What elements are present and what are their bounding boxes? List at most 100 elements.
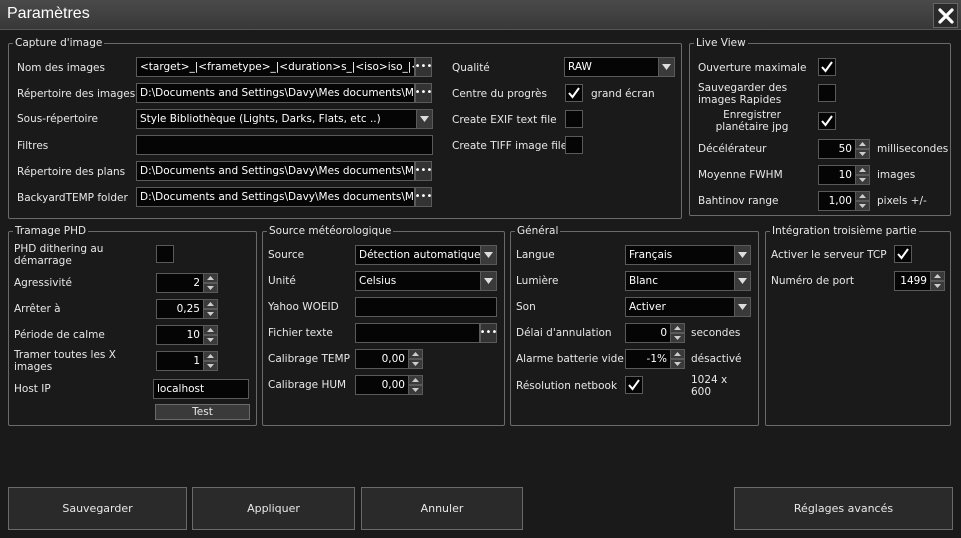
filtres-label: Filtres (17, 140, 49, 152)
chevron-down-icon (416, 110, 432, 128)
calibrage-hum-value[interactable]: 0,00 (355, 375, 409, 395)
integration-legend: Intégration troisième partie (770, 225, 919, 237)
close-button[interactable] (933, 3, 958, 28)
spin-up-icon[interactable] (930, 271, 945, 281)
fichier-texte-browse-button[interactable]: ••• (480, 323, 497, 343)
spin-up-icon[interactable] (670, 323, 685, 333)
spin-down-icon[interactable] (203, 361, 218, 371)
source-select[interactable]: Détection automatique (355, 245, 497, 265)
spin-down-icon[interactable] (670, 359, 685, 369)
spin-down-icon[interactable] (930, 281, 945, 291)
tramer-spinner[interactable]: 1 (156, 351, 218, 371)
rep-images-input[interactable]: D:\Documents and Settings\Davy\Mes docum… (136, 83, 415, 103)
nom-images-input[interactable]: <target>_|<frametype>_|<duration>s_|<iso… (136, 57, 415, 77)
calibrage-temp-spinner[interactable]: 0,00 (355, 349, 423, 369)
agressivite-spinner[interactable]: 2 (156, 273, 218, 293)
spin-down-icon[interactable] (408, 359, 423, 369)
spin-up-icon[interactable] (855, 139, 870, 149)
checkmark-icon (568, 87, 580, 99)
lumiere-select[interactable]: Blanc (625, 271, 751, 291)
langue-select[interactable]: Français (625, 245, 751, 265)
ouverture-checkbox[interactable] (818, 58, 836, 76)
netbook-checkbox[interactable] (625, 376, 643, 394)
decelerateur-spinner[interactable]: 50 (818, 139, 870, 159)
spin-down-icon[interactable] (203, 309, 218, 319)
delai-spinner[interactable]: 0 (625, 323, 685, 343)
calibrage-hum-spinner[interactable]: 0,00 (355, 375, 423, 395)
alarme-spinner[interactable]: -1% (625, 349, 685, 369)
alarme-value[interactable]: -1% (625, 349, 671, 369)
fichier-texte-input[interactable] (355, 323, 480, 343)
bahtinov-value[interactable]: 1,00 (818, 191, 856, 211)
tiff-checkbox[interactable] (565, 136, 583, 154)
spin-up-icon[interactable] (203, 299, 218, 309)
unite-select[interactable]: Celsius (355, 271, 497, 291)
fwhm-spinner[interactable]: 10 (818, 165, 870, 185)
exif-checkbox[interactable] (565, 110, 583, 128)
nom-images-browse-button[interactable]: ••• (415, 57, 432, 77)
port-value[interactable]: 1499 (894, 271, 931, 291)
tiff-label: Create TIFF image file (452, 140, 568, 152)
agressivite-value[interactable]: 2 (156, 273, 204, 293)
title-bar: Paramètres (0, 0, 961, 30)
save-button[interactable]: Sauvegarder (8, 487, 187, 530)
spin-up-icon[interactable] (408, 375, 423, 385)
spin-up-icon[interactable] (670, 349, 685, 359)
qualite-select[interactable]: RAW (564, 57, 675, 77)
backyard-temp-input[interactable]: D:\Documents and Settings\Davy\Mes docum… (136, 187, 415, 207)
grand-ecran-label: grand écran (591, 88, 655, 100)
spin-up-icon[interactable] (203, 325, 218, 335)
ellipsis-icon: ••• (479, 327, 498, 338)
chevron-down-icon (734, 272, 750, 290)
arreter-value[interactable]: 0,25 (156, 299, 204, 319)
port-label: Numéro de port (771, 275, 855, 287)
phd-dither-checkbox[interactable] (156, 245, 174, 263)
sous-rep-select[interactable]: Style Bibliothèque (Lights, Darks, Flats… (136, 109, 433, 129)
port-spinner[interactable]: 1499 (894, 271, 945, 291)
centre-progres-label: Centre du progrès (452, 88, 547, 100)
rep-plans-browse-button[interactable]: ••• (415, 161, 432, 181)
spin-down-icon[interactable] (408, 385, 423, 395)
son-select[interactable]: Activer (625, 297, 751, 317)
spin-down-icon[interactable] (670, 333, 685, 343)
fwhm-label: Moyenne FWHM (698, 169, 783, 181)
calibrage-temp-value[interactable]: 0,00 (355, 349, 409, 369)
fwhm-value[interactable]: 10 (818, 165, 856, 185)
spin-up-icon[interactable] (203, 273, 218, 283)
bahtinov-spinner[interactable]: 1,00 (818, 191, 870, 211)
spin-up-icon[interactable] (855, 191, 870, 201)
spin-up-icon[interactable] (855, 165, 870, 175)
unite-label: Unité (268, 275, 296, 287)
apply-button[interactable]: Appliquer (192, 487, 355, 530)
rep-plans-input[interactable]: D:\Documents and Settings\Davy\Mes docum… (136, 161, 415, 181)
backyard-temp-browse-button[interactable]: ••• (415, 187, 432, 207)
sauver-rapides-checkbox[interactable] (818, 84, 836, 102)
decelerateur-value[interactable]: 50 (818, 139, 856, 159)
test-button[interactable]: Test (155, 404, 250, 420)
planetaire-checkbox[interactable] (818, 112, 836, 130)
tramer-value[interactable]: 1 (156, 351, 204, 371)
tcp-checkbox[interactable] (894, 245, 912, 263)
calme-value[interactable]: 10 (156, 325, 204, 345)
spin-down-icon[interactable] (855, 175, 870, 185)
advanced-settings-button[interactable]: Réglages avancés (734, 487, 953, 530)
qualite-label: Qualité (452, 62, 490, 74)
filtres-input[interactable] (136, 135, 433, 155)
centre-progres-checkbox[interactable] (565, 84, 583, 102)
spin-up-icon[interactable] (408, 349, 423, 359)
spin-up-icon[interactable] (203, 351, 218, 361)
rep-images-browse-button[interactable]: ••• (415, 83, 432, 103)
host-ip-input[interactable]: localhost (153, 379, 249, 399)
delai-value[interactable]: 0 (625, 323, 671, 343)
netbook-resolution: 1024 x 600 (691, 374, 728, 398)
calibrage-temp-label: Calibrage TEMP (268, 353, 350, 365)
cancel-button[interactable]: Annuler (361, 487, 523, 530)
spin-down-icon[interactable] (203, 283, 218, 293)
spin-down-icon[interactable] (855, 149, 870, 159)
arreter-spinner[interactable]: 0,25 (156, 299, 218, 319)
spin-down-icon[interactable] (203, 335, 218, 345)
spin-down-icon[interactable] (855, 201, 870, 211)
woeid-input[interactable] (355, 297, 497, 317)
alarme-unit: désactivé (691, 353, 742, 365)
calme-spinner[interactable]: 10 (156, 325, 218, 345)
